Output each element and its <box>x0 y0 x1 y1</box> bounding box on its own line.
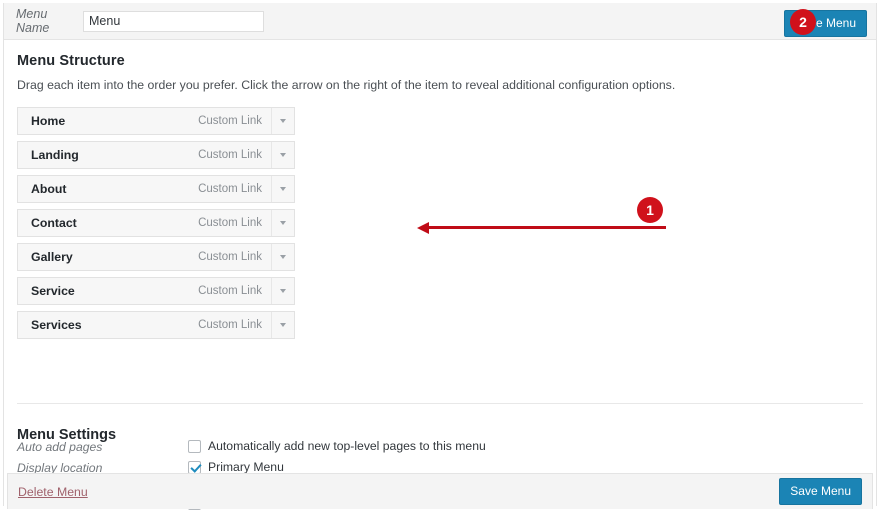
menu-item-title: Services <box>31 318 82 332</box>
menu-item-title: Gallery <box>31 250 73 264</box>
menu-item-type: Custom Link <box>198 285 262 297</box>
menu-item-type: Custom Link <box>198 251 262 263</box>
chevron-down-icon <box>280 255 286 259</box>
menu-item-toggle-button[interactable] <box>271 312 294 338</box>
menu-item-type: Custom Link <box>198 319 262 331</box>
annotation-badge-2: 2 <box>790 9 816 35</box>
chevron-down-icon <box>280 289 286 293</box>
menu-item-row[interactable]: Contact Custom Link <box>17 209 295 237</box>
delete-menu-link[interactable]: Delete Menu <box>18 485 88 499</box>
menu-editor-panel: Menu Name Save Menu Menu Structure Drag … <box>3 3 877 510</box>
menu-item-row[interactable]: Landing Custom Link <box>17 141 295 169</box>
menu-items-list: Home Custom Link Landing Custom Link About Cu… <box>17 107 295 339</box>
annotation-arrow-head <box>417 221 429 234</box>
editor-footer-bar: Delete Menu Save Menu <box>7 473 873 509</box>
annotation-badge-1: 1 <box>637 197 663 223</box>
menu-item-toggle-button[interactable] <box>271 176 294 202</box>
menu-item-toggle-button[interactable] <box>271 142 294 168</box>
chevron-down-icon <box>280 153 286 157</box>
menu-item-toggle-button[interactable] <box>271 278 294 304</box>
menu-item-title: Contact <box>31 216 77 230</box>
menu-item-toggle-button[interactable] <box>271 244 294 270</box>
menu-item-toggle-button[interactable] <box>271 108 294 134</box>
menu-name-bar: Menu Name Save Menu <box>4 3 876 40</box>
menu-item-type: Custom Link <box>198 183 262 195</box>
menu-item-row[interactable]: Service Custom Link <box>17 277 295 305</box>
chevron-down-icon <box>280 323 286 327</box>
menu-item-title: About <box>31 182 67 196</box>
menu-item-type: Custom Link <box>198 115 262 127</box>
menu-item-title: Home <box>31 114 66 128</box>
auto-add-pages-option-label: Automatically add new top-level pages to… <box>208 439 486 453</box>
chevron-down-icon <box>280 187 286 191</box>
auto-add-pages-checkbox[interactable] <box>188 439 201 453</box>
auto-add-pages-option[interactable]: Automatically add new top-level pages to… <box>188 439 486 453</box>
display-location-option[interactable]: Primary Menu <box>188 460 300 474</box>
menu-item-row[interactable]: Gallery Custom Link <box>17 243 295 271</box>
menu-editor-content: Menu Structure Drag each item into the o… <box>4 53 876 510</box>
menu-name-input[interactable] <box>83 10 264 32</box>
save-menu-button-bottom[interactable]: Save Menu <box>779 478 862 505</box>
menu-structure-title: Menu Structure <box>17 53 125 69</box>
menu-item-type: Custom Link <box>198 217 262 229</box>
display-location-option-label: Primary Menu <box>208 460 284 474</box>
annotation-arrow-line <box>428 226 666 229</box>
auto-add-pages-label: Auto add pages <box>17 440 103 454</box>
menu-item-title: Service <box>31 284 75 298</box>
auto-add-pages-row: Auto add pages Automatically add new top… <box>17 439 863 454</box>
auto-add-pages-options: Automatically add new top-level pages to… <box>188 439 486 454</box>
menu-item-type: Custom Link <box>198 149 262 161</box>
menu-name-label: Menu Name <box>16 7 50 35</box>
menu-item-row[interactable]: Services Custom Link <box>17 311 295 339</box>
menu-item-row[interactable]: About Custom Link <box>17 175 295 203</box>
chevron-down-icon <box>280 119 286 123</box>
display-location-checkbox[interactable] <box>188 460 201 474</box>
section-divider <box>17 403 863 404</box>
menu-item-toggle-button[interactable] <box>271 210 294 236</box>
menu-item-row[interactable]: Home Custom Link <box>17 107 295 135</box>
menu-structure-description: Drag each item into the order you prefer… <box>17 78 676 92</box>
menu-item-title: Landing <box>31 148 79 162</box>
chevron-down-icon <box>280 221 286 225</box>
